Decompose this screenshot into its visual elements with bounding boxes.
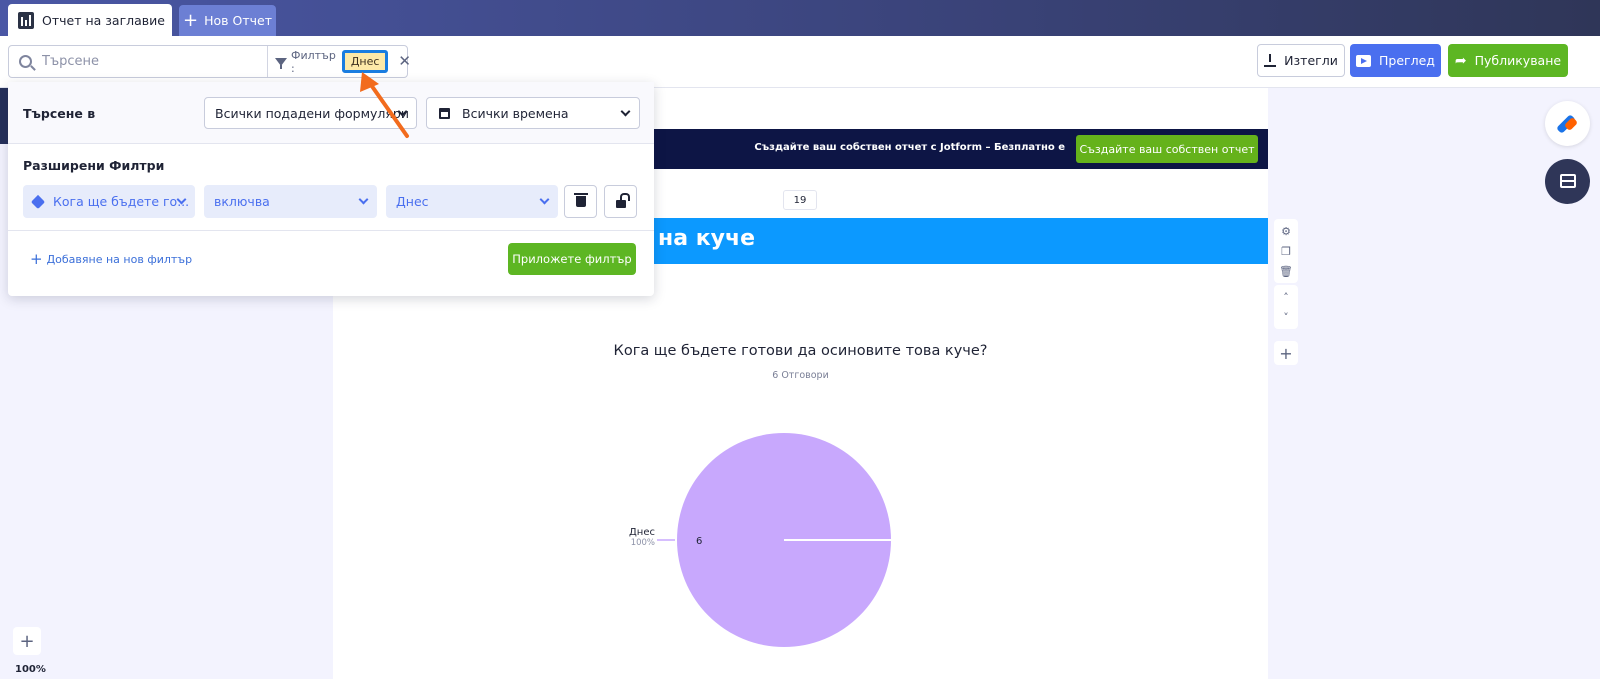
jotform-logo-icon — [1555, 113, 1578, 134]
active-filter[interactable]: Филтър : Днес ✕ — [275, 46, 411, 77]
filter-divider — [267, 46, 268, 77]
delete-filter-button[interactable] — [564, 185, 597, 218]
add-filter-link[interactable]: + Добавяне на нов филтър — [30, 252, 192, 267]
move-down-icon[interactable]: ˅ — [1274, 307, 1298, 327]
lock-filter-button[interactable] — [604, 185, 637, 218]
chevron-down-icon — [539, 194, 550, 205]
copy-icon[interactable]: ❐ — [1274, 241, 1298, 261]
search-in-label: Търсене в — [23, 106, 96, 121]
apply-filter-button[interactable]: Приложете филтър — [508, 243, 636, 275]
filter-icon — [275, 57, 287, 69]
advanced-filters-label: Разширени Филтри — [23, 158, 165, 173]
forms-select[interactable]: Всички подадени формуляри — [204, 97, 417, 129]
export-button[interactable]: Изтегли — [1257, 44, 1345, 77]
tab-bar: Отчет на заглавие ••• + Нов Отчет — [0, 0, 1600, 36]
unlock-icon — [615, 200, 626, 208]
move-up-icon[interactable]: ˄ — [1274, 287, 1298, 307]
filter-operator-value: включва — [214, 194, 270, 209]
publish-label: Публикуване — [1474, 53, 1562, 68]
trash-icon — [573, 193, 588, 207]
layers-button[interactable] — [1545, 159, 1590, 204]
forms-select-value: Всички подадени формуляри — [215, 105, 409, 121]
search-box: Филтър : Днес ✕ — [8, 45, 411, 78]
add-filter-label: Добавяне на нов филтър — [46, 253, 193, 266]
filter-panel: Търсене в Всички подадени формуляри Всич… — [8, 82, 654, 296]
search-input[interactable] — [42, 54, 267, 69]
settings-icon[interactable]: ⚙ — [1274, 221, 1298, 241]
search-in-row: Търсене в Всички подадени формуляри Всич… — [8, 82, 654, 144]
tab-title-label: Отчет на заглавие — [42, 12, 165, 28]
plus-icon: + — [30, 250, 43, 268]
filter-operator-select[interactable]: включва — [204, 185, 377, 218]
pie-value-label: 6 — [696, 536, 702, 547]
play-icon — [1356, 54, 1372, 67]
new-report-tab[interactable]: + Нов Отчет — [179, 5, 276, 36]
download-icon — [1264, 54, 1277, 67]
search-icon — [19, 55, 32, 68]
tool-group-edit: ⚙ ❐ 🗑 — [1274, 219, 1298, 283]
share-icon: ➦ — [1454, 52, 1467, 69]
tag-icon — [30, 194, 46, 209]
publish-button[interactable]: ➦ Публикуване — [1448, 44, 1568, 77]
panel-divider — [8, 230, 654, 231]
layers-icon — [1558, 173, 1578, 190]
filter-field-value: Кога ще бъдете го... — [53, 194, 190, 209]
chevron-down-icon — [620, 106, 631, 117]
filter-chip[interactable]: Днес — [341, 50, 389, 73]
close-icon[interactable]: ✕ — [398, 54, 411, 69]
zoom-in-button[interactable]: + — [13, 627, 41, 655]
tool-group-move: ˄ ˅ — [1274, 285, 1298, 329]
report-icon — [18, 11, 34, 29]
preview-label: Преглед — [1379, 53, 1435, 68]
zoom-level: 100% — [15, 664, 46, 675]
add-element-icon[interactable]: + — [1274, 341, 1298, 365]
pie-percent-label: 100% — [631, 538, 655, 548]
toolbar: Филтър : Днес ✕ Изтегли Преглед ➦ Публик… — [0, 36, 1600, 88]
plus-icon: + — [183, 9, 199, 31]
export-label: Изтегли — [1284, 53, 1338, 68]
filter-field-select[interactable]: Кога ще бъдете го... — [23, 185, 195, 218]
filter-value-value: Днес — [396, 194, 429, 209]
tool-group-add: + — [1274, 341, 1298, 365]
filter-value-select[interactable]: Днес — [386, 185, 558, 218]
jotform-brand-button[interactable] — [1545, 101, 1590, 146]
delete-icon[interactable]: 🗑 — [1274, 261, 1298, 281]
preview-button[interactable]: Преглед — [1350, 44, 1441, 77]
pie-category-label: Днес — [629, 527, 655, 538]
chevron-down-icon — [358, 194, 369, 205]
tab-report-title[interactable]: Отчет на заглавие ••• — [8, 4, 188, 36]
times-select[interactable]: Всички времена — [426, 97, 640, 129]
calendar-icon — [439, 107, 450, 119]
filter-label: Филтър : — [291, 48, 336, 75]
new-report-label: Нов Отчет — [204, 13, 272, 28]
times-select-value: Всички времена — [462, 105, 569, 121]
